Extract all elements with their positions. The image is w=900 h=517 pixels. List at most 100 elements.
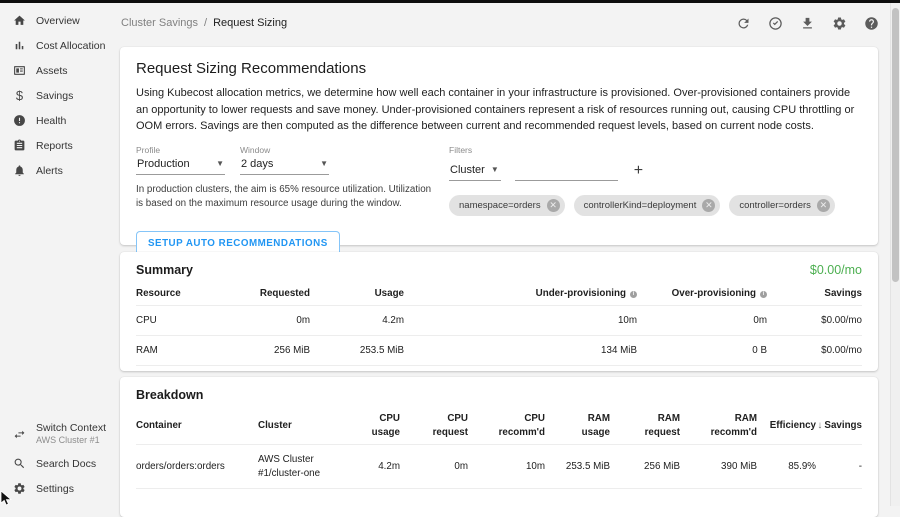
- download-icon[interactable]: [799, 15, 815, 31]
- table-row: RAM 256 MiB 253.5 MiB 134 MiB 0 B $0.00/…: [136, 336, 862, 366]
- sidebar-item-assets[interactable]: Assets: [0, 58, 112, 83]
- cell-requested: 0m: [236, 306, 310, 336]
- col-under-provisioning: Under-provisioningi: [404, 282, 637, 306]
- gear-icon[interactable]: [831, 15, 847, 31]
- cell-savings: $0.00/mo: [767, 336, 862, 366]
- breadcrumb-current: Request Sizing: [213, 17, 287, 29]
- cell-over: 0m: [637, 306, 767, 336]
- refresh-icon[interactable]: [735, 15, 751, 31]
- sidebar-item-label: Overview: [36, 15, 80, 27]
- cell-under: 10m: [404, 306, 637, 336]
- filter-chip: controller=orders ✕: [729, 195, 835, 216]
- request-sizing-card: Request Sizing Recommendations Using Kub…: [120, 47, 878, 245]
- sidebar-item-overview[interactable]: Overview: [0, 8, 112, 33]
- col-requested: Requested: [236, 282, 310, 306]
- summary-table: Resource Requested Usage Under-provision…: [136, 282, 862, 366]
- filter-chip: namespace=orders ✕: [449, 195, 565, 216]
- cell-cpu-usage: 4.2m: [364, 445, 400, 488]
- window-select-group: Window 2 days ▼: [240, 145, 329, 175]
- chip-delete-icon[interactable]: ✕: [547, 199, 560, 212]
- cell-usage: 4.2m: [310, 306, 404, 336]
- breadcrumb-parent[interactable]: Cluster Savings: [121, 17, 198, 29]
- cell-savings: $0.00/mo: [767, 306, 862, 336]
- breadcrumb-separator: /: [204, 17, 207, 29]
- chip-delete-icon[interactable]: ✕: [702, 199, 715, 212]
- sidebar-item-label: Settings: [36, 483, 74, 495]
- col-cpu-recommd[interactable]: CPUrecomm'd: [468, 407, 545, 445]
- sidebar-item-label: Assets: [36, 65, 68, 77]
- sidebar-item-settings[interactable]: Settings: [0, 476, 112, 501]
- sidebar-item-cost-allocation[interactable]: Cost Allocation: [0, 33, 112, 58]
- summary-header-row: Resource Requested Usage Under-provision…: [136, 282, 862, 306]
- cell-container: orders/orders:orders: [136, 445, 258, 488]
- summary-card: Summary $0.00/mo Resource Requested Usag…: [120, 252, 878, 371]
- sort-desc-icon: ↓: [817, 420, 822, 431]
- page-title: Request Sizing Recommendations: [136, 60, 862, 77]
- info-icon[interactable]: i: [630, 291, 637, 298]
- chip-delete-icon[interactable]: ✕: [817, 199, 830, 212]
- help-icon[interactable]: [863, 15, 879, 31]
- breadcrumb: Cluster Savings / Request Sizing: [121, 17, 287, 29]
- filters-label: Filters: [449, 145, 862, 155]
- col-container[interactable]: Container: [136, 407, 258, 445]
- cell-requested: 256 MiB: [236, 336, 310, 366]
- reports-icon: [13, 139, 26, 153]
- sidebar-item-alerts[interactable]: Alerts: [0, 158, 112, 183]
- filter-chip-label: namespace=orders: [459, 200, 541, 211]
- breakdown-header-row: Container Cluster CPUusage CPUrequest CP…: [136, 407, 862, 445]
- scrollbar-thumb[interactable]: [892, 8, 899, 282]
- sidebar-item-label: Switch Context: [36, 422, 106, 435]
- window-select-label: Window: [240, 145, 329, 155]
- switch-context-icon: [13, 427, 26, 441]
- sidebar-item-reports[interactable]: Reports: [0, 133, 112, 158]
- sidebar-item-label: Cost Allocation: [36, 40, 105, 52]
- filter-field-select[interactable]: Cluster ▼: [449, 162, 501, 181]
- scrollbar-track[interactable]: [890, 3, 900, 506]
- sidebar-item-label: Alerts: [36, 165, 63, 177]
- profile-select-group: Profile Production ▼: [136, 145, 225, 175]
- sidebar-item-switch-context[interactable]: Switch Context AWS Cluster #1: [0, 417, 112, 451]
- filter-value-input[interactable]: [515, 164, 618, 181]
- sidebar-item-health[interactable]: Health: [0, 108, 112, 133]
- cell-under: 134 MiB: [404, 336, 637, 366]
- check-circle-icon[interactable]: [767, 15, 783, 31]
- sidebar-item-label: Search Docs: [36, 458, 96, 470]
- profile-helper-text: In production clusters, the aim is 65% r…: [136, 183, 432, 211]
- cell-ram-usage: 253.5 MiB: [545, 445, 610, 488]
- search-icon: [13, 457, 26, 471]
- cell-cpu-recommd: 10m: [468, 445, 545, 488]
- col-savings-sorted[interactable]: ↓Savings: [816, 407, 862, 445]
- table-row: CPU 0m 4.2m 10m 0m $0.00/mo: [136, 306, 862, 336]
- col-ram-recommd[interactable]: RAMrecomm'd: [680, 407, 757, 445]
- table-row[interactable]: orders/orders:orders AWS Cluster #1/clus…: [136, 445, 862, 488]
- profile-select[interactable]: Production ▼: [136, 155, 225, 175]
- sidebar-item-search-docs[interactable]: Search Docs: [0, 451, 112, 476]
- window-select[interactable]: 2 days ▼: [240, 155, 329, 175]
- filter-chips: namespace=orders ✕ controllerKind=deploy…: [449, 195, 862, 216]
- filter-chip-label: controllerKind=deployment: [584, 200, 697, 211]
- filter-field-value: Cluster: [450, 164, 485, 176]
- bell-icon: [13, 164, 26, 178]
- col-savings: Savings: [767, 282, 862, 306]
- cell-usage: 253.5 MiB: [310, 336, 404, 366]
- info-icon[interactable]: i: [760, 291, 767, 298]
- add-filter-button[interactable]: +: [632, 163, 645, 181]
- col-efficiency[interactable]: Efficiency: [757, 407, 816, 445]
- cell-cpu-request: 0m: [400, 445, 468, 488]
- col-cluster[interactable]: Cluster: [258, 407, 364, 445]
- col-usage: Usage: [310, 282, 404, 306]
- sidebar-item-label: Savings: [36, 90, 73, 102]
- home-icon: [13, 14, 26, 28]
- sidebar-item-savings[interactable]: $ Savings: [0, 83, 112, 108]
- col-ram-usage[interactable]: RAMusage: [545, 407, 610, 445]
- filter-chip: controllerKind=deployment ✕: [574, 195, 721, 216]
- window-select-value: 2 days: [241, 158, 273, 170]
- col-resource: Resource: [136, 282, 236, 306]
- col-ram-request[interactable]: RAMrequest: [610, 407, 680, 445]
- col-cpu-usage[interactable]: CPUusage: [364, 407, 400, 445]
- cell-savings: -: [816, 445, 862, 488]
- gear-icon: [13, 482, 26, 496]
- col-cpu-request[interactable]: CPUrequest: [400, 407, 468, 445]
- cell-ram-request: 256 MiB: [610, 445, 680, 488]
- breakdown-card: Breakdown Container Cluster CPUusage CPU…: [120, 377, 878, 517]
